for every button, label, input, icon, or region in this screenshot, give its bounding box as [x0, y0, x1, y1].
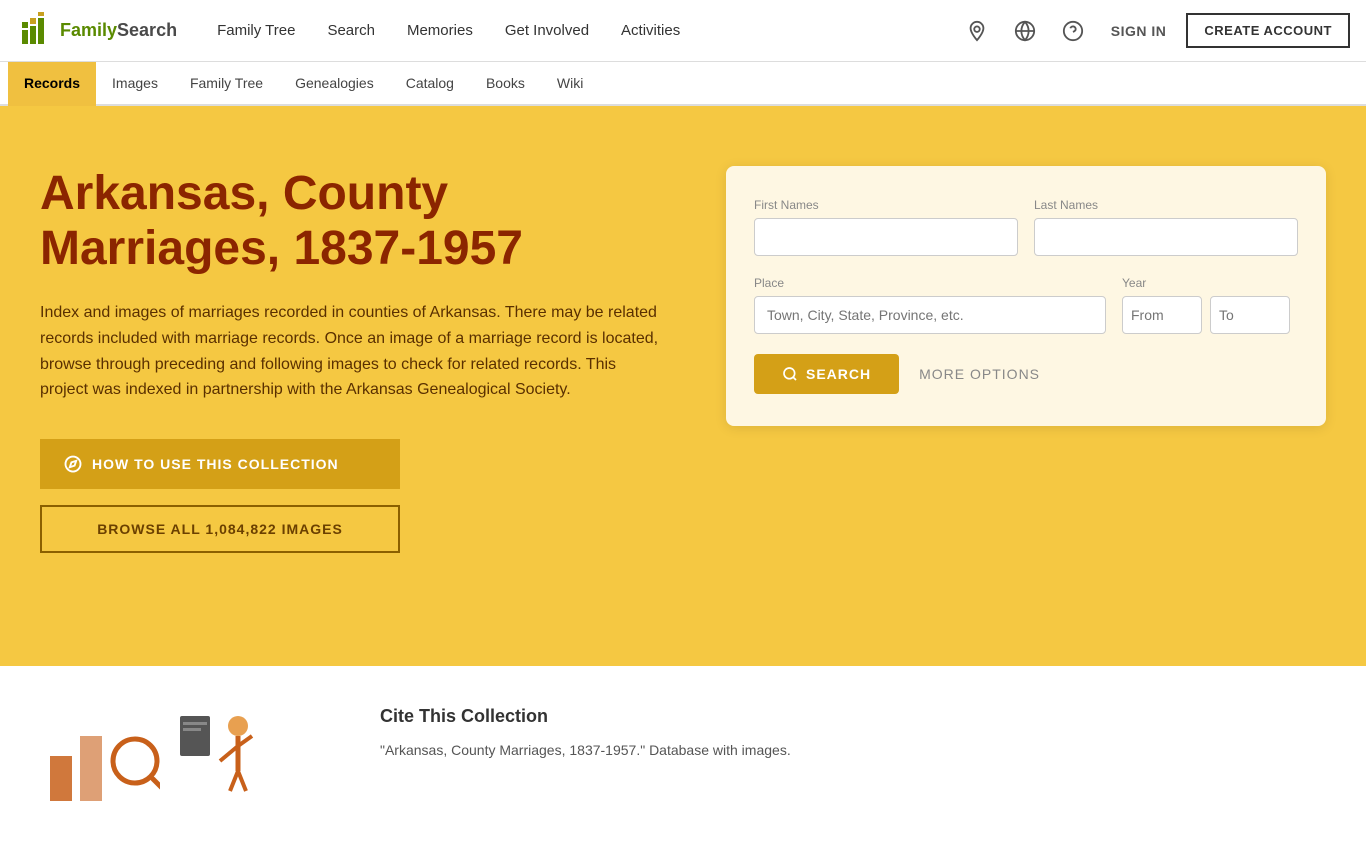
sign-in-button[interactable]: SIGN IN	[1103, 23, 1175, 39]
help-icon-btn[interactable]	[1055, 13, 1091, 49]
search-name-row: First Names Last Names	[754, 198, 1298, 256]
location-icon-btn[interactable]	[959, 13, 995, 49]
more-options-button[interactable]: MORE OPTIONS	[919, 366, 1040, 382]
bar-chart-illustration	[40, 716, 160, 806]
year-to-input[interactable]	[1210, 296, 1290, 334]
year-field: Year	[1122, 276, 1298, 334]
help-icon	[1062, 20, 1084, 42]
search-action-row: SEARCH MORE OPTIONS	[754, 354, 1298, 394]
hero-action-buttons: HOW TO USE THIS COLLECTION BROWSE ALL 1,…	[40, 439, 400, 553]
language-icon-btn[interactable]	[1007, 13, 1043, 49]
search-icon	[782, 366, 798, 382]
search-card: First Names Last Names Place Year	[726, 166, 1326, 426]
last-names-field: Last Names	[1034, 198, 1298, 256]
nav-activities[interactable]: Activities	[605, 0, 696, 62]
first-names-field: First Names	[754, 198, 1018, 256]
nav-right-actions: SIGN IN CREATE ACCOUNT	[959, 13, 1350, 49]
familysearch-logo-icon	[16, 12, 54, 50]
main-nav-links: Family Tree Search Memories Get Involved…	[201, 0, 959, 62]
hero-section: Arkansas, County Marriages, 1837-1957 In…	[0, 106, 1366, 666]
person-illustration	[180, 706, 260, 806]
search-place-year-row: Place Year	[754, 276, 1298, 334]
cite-title: Cite This Collection	[380, 706, 1326, 727]
hero-content: Arkansas, County Marriages, 1837-1957 In…	[40, 166, 666, 553]
sec-nav-images[interactable]: Images	[96, 62, 174, 106]
sec-nav-records[interactable]: Records	[8, 62, 96, 106]
how-to-use-button[interactable]: HOW TO USE THIS COLLECTION	[40, 439, 400, 489]
place-label: Place	[754, 276, 1106, 290]
cite-section: Cite This Collection "Arkansas, County M…	[380, 706, 1326, 761]
sec-nav-wiki[interactable]: Wiki	[541, 62, 599, 106]
sec-nav-catalog[interactable]: Catalog	[390, 62, 470, 106]
browse-all-images-button[interactable]: BROWSE ALL 1,084,822 IMAGES	[40, 505, 400, 553]
page-title: Arkansas, County Marriages, 1837-1957	[40, 166, 666, 276]
compass-icon	[64, 455, 82, 473]
location-icon	[966, 20, 988, 42]
bottom-section: Cite This Collection "Arkansas, County M…	[0, 666, 1366, 846]
nav-search[interactable]: Search	[311, 0, 391, 62]
place-field: Place	[754, 276, 1106, 334]
sec-nav-books[interactable]: Books	[470, 62, 541, 106]
hero-description: Index and images of marriages recorded i…	[40, 300, 666, 402]
nav-get-involved[interactable]: Get Involved	[489, 0, 605, 62]
globe-icon	[1014, 20, 1036, 42]
year-label: Year	[1122, 276, 1298, 290]
logo-link[interactable]: FamilySearch	[16, 12, 177, 50]
last-names-input[interactable]	[1034, 218, 1298, 256]
sec-nav-genealogies[interactable]: Genealogies	[279, 62, 390, 106]
cite-text: "Arkansas, County Marriages, 1837-1957."…	[380, 739, 1326, 761]
search-button[interactable]: SEARCH	[754, 354, 899, 394]
nav-memories[interactable]: Memories	[391, 0, 489, 62]
create-account-button[interactable]: CREATE ACCOUNT	[1186, 13, 1350, 48]
place-input[interactable]	[754, 296, 1106, 334]
first-names-label: First Names	[754, 198, 1018, 212]
last-names-label: Last Names	[1034, 198, 1298, 212]
first-names-input[interactable]	[754, 218, 1018, 256]
sec-nav-family-tree[interactable]: Family Tree	[174, 62, 279, 106]
top-navigation: FamilySearch Family Tree Search Memories…	[0, 0, 1366, 62]
logo-text: FamilySearch	[60, 20, 177, 41]
secondary-navigation: Records Images Family Tree Genealogies C…	[0, 62, 1366, 106]
nav-family-tree[interactable]: Family Tree	[201, 0, 311, 62]
illustration-area	[40, 706, 340, 806]
year-from-input[interactable]	[1122, 296, 1202, 334]
year-range-row	[1122, 296, 1298, 334]
